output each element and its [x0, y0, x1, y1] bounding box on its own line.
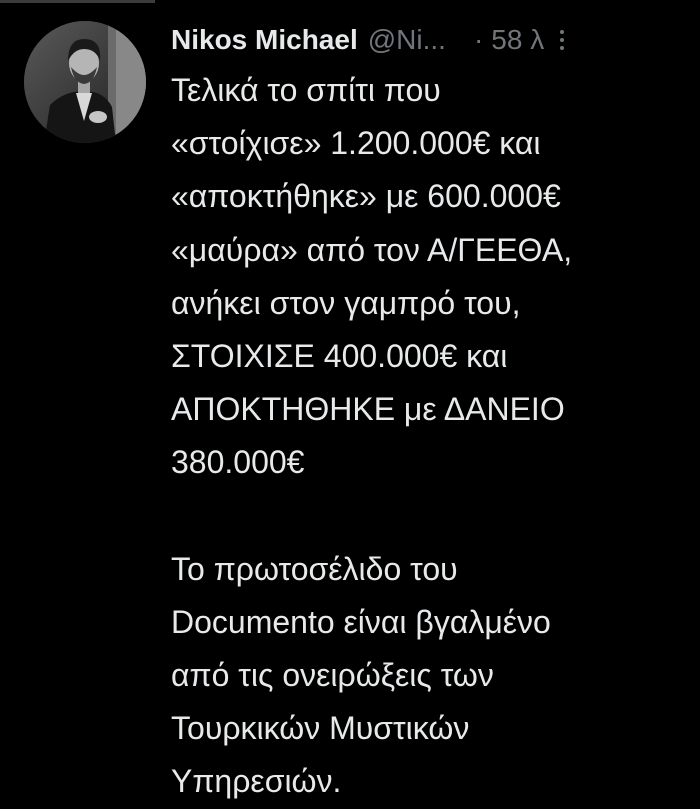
top-divider — [0, 0, 155, 3]
tweet-text-line: ΣΤΟΙΧΙΣΕ 400.000€ και — [171, 337, 508, 374]
more-options-button[interactable] — [560, 25, 565, 55]
tweet-header: Nikos Michael @Ni... · 58 λ — [171, 18, 687, 62]
more-vertical-icon — [560, 46, 565, 50]
more-vertical-icon — [560, 38, 565, 42]
separator: · — [473, 24, 484, 55]
tweet-text-line: ανήκει στον γαμπρό του, — [171, 284, 521, 321]
avatar[interactable] — [24, 21, 146, 143]
tweet-text-line: Τουρκικών Μυστικών — [171, 710, 470, 747]
tweet-text-line: από τις ονειρώξεις των — [171, 657, 494, 694]
author-handle[interactable]: @Ni... — [368, 24, 446, 56]
tweet-text-line: «μαύρα» από τον Α/ΓΕΕΘΑ, — [171, 231, 573, 268]
more-vertical-icon — [560, 30, 565, 34]
tweet-body: Τελικά το σπίτι που «στοίχισε» 1.200.000… — [171, 64, 691, 809]
tweet-text-line: «αποκτήθηκε» με 600.000€ — [171, 178, 561, 215]
author-display-name[interactable]: Nikos Michael — [171, 24, 358, 56]
tweet-text-line: Υπηρεσιών. — [171, 763, 342, 800]
tweet-text-line: Τελικά το σπίτι που — [171, 72, 441, 108]
tweet-timestamp[interactable]: 58 λ — [491, 24, 544, 56]
tweet-text-line: «στοίχισε» 1.200.000€ και — [171, 125, 541, 162]
tweet-text-line: ΑΠΟΚΤΗΘΗΚΕ με ΔΑΝΕΙΟ — [171, 391, 565, 428]
tweet-text-line: Το πρωτοσέλιδο του — [171, 550, 458, 587]
tweet-text-line: Documento είναι βγαλμένο — [171, 603, 551, 640]
tweet-text-line: 380.000€ — [171, 444, 305, 481]
profile-photo-icon — [24, 21, 146, 143]
